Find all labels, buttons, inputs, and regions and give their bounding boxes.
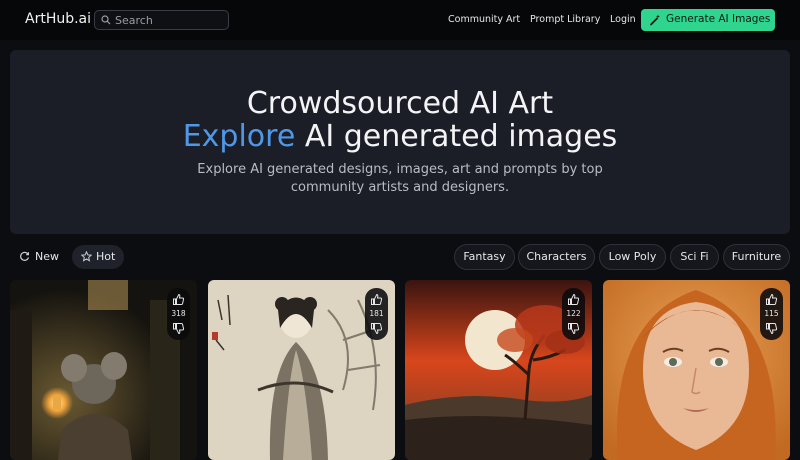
thumbs-down-icon[interactable] — [765, 322, 778, 335]
thumbs-up-icon[interactable] — [370, 293, 383, 306]
thumbs-down-icon[interactable] — [370, 322, 383, 335]
category-low-poly[interactable]: Low Poly — [599, 244, 666, 270]
top-navbar: ArtHub.ai Community Art Prompt Library L… — [0, 0, 800, 40]
hero-title-line2: Explore AI generated images — [10, 120, 790, 154]
search-icon — [101, 15, 111, 25]
nav-link-community-art[interactable]: Community Art — [448, 14, 520, 25]
art-card[interactable]: 181 — [208, 280, 395, 460]
category-fantasy[interactable]: Fantasy — [454, 244, 515, 270]
category-characters[interactable]: Characters — [518, 244, 595, 270]
search-box[interactable] — [94, 10, 229, 30]
nav-link-prompt-library[interactable]: Prompt Library — [530, 14, 600, 25]
vote-widget: 181 — [365, 288, 388, 340]
like-count: 181 — [369, 309, 384, 318]
hero-banner: Crowdsourced AI Art Explore AI generated… — [10, 50, 790, 234]
nav-link-login[interactable]: Login — [610, 14, 636, 25]
thumbs-up-icon[interactable] — [172, 293, 185, 306]
site-logo[interactable]: ArtHub.ai — [25, 11, 91, 27]
art-card[interactable]: 122 — [405, 280, 592, 460]
like-count: 318 — [171, 309, 186, 318]
like-count: 115 — [764, 309, 779, 318]
thumbs-down-icon[interactable] — [567, 322, 580, 335]
thumbs-up-icon[interactable] — [765, 293, 778, 306]
vote-widget: 318 — [167, 288, 190, 340]
search-input[interactable] — [115, 12, 225, 28]
vote-widget: 122 — [562, 288, 585, 340]
hero-title: Crowdsourced AI Art — [246, 86, 554, 121]
refresh-icon — [20, 251, 30, 261]
generate-button-label: Generate AI Images — [666, 13, 771, 25]
generate-ai-images-button[interactable]: Generate AI Images — [641, 9, 775, 31]
like-count: 122 — [566, 309, 581, 318]
art-card[interactable]: 115 — [603, 280, 790, 460]
sort-hot-label: Hot — [96, 250, 116, 263]
thumbs-down-icon[interactable] — [172, 322, 185, 335]
hero-title-rest: AI generated images — [295, 119, 618, 154]
magic-wand-icon — [650, 14, 660, 26]
category-sci-fi[interactable]: Sci Fi — [670, 244, 719, 270]
art-card[interactable]: 318 — [10, 280, 197, 460]
star-icon — [81, 251, 92, 262]
hero-subtitle: Explore AI generated designs, images, ar… — [197, 162, 603, 195]
thumbs-up-icon[interactable] — [567, 293, 580, 306]
vote-widget: 115 — [760, 288, 783, 340]
hero-title-accent: Explore — [182, 119, 296, 154]
sort-new-label: New — [35, 250, 59, 263]
category-furniture[interactable]: Furniture — [723, 244, 790, 270]
sort-new-button[interactable]: New — [10, 245, 68, 269]
sort-hot-button[interactable]: Hot — [72, 245, 124, 269]
